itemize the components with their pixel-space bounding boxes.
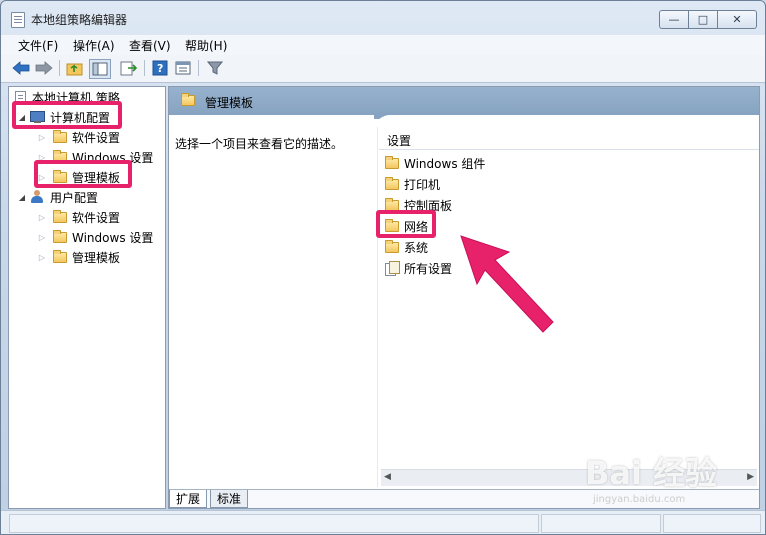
toolbar-separator <box>144 60 145 76</box>
toolbar-separator <box>59 60 60 76</box>
status-cell-main <box>9 514 539 533</box>
forward-icon[interactable] <box>34 59 54 77</box>
watermark-brand: Bai 经验 <box>585 454 718 492</box>
folder-icon <box>53 209 67 223</box>
tree-item-computer-software[interactable]: ▷ 软件设置 <box>37 127 120 147</box>
highlight-admin-templates <box>34 160 132 188</box>
tree-item-label: Windows 设置 <box>72 230 154 245</box>
description-text: 选择一个项目来查看它的描述。 <box>175 137 344 151</box>
toolbar: ? <box>1 55 765 83</box>
content-header-title: 管理模板 <box>205 96 254 110</box>
menu-bar: 文件(F) 操作(A) 查看(V) 帮助(H) <box>1 35 765 55</box>
tree-item-user-windows[interactable]: ▷ Windows 设置 <box>37 227 153 247</box>
list-item-all-settings[interactable]: 所有设置 <box>385 258 452 278</box>
expanded-arrow-icon[interactable]: ◢ <box>17 193 27 202</box>
tree-pane: 本地计算机 策略 ◢ 计算机配置 ▷ 软件设置 ▷ Windows 设置 ▷ 管… <box>8 86 166 509</box>
tree-item-user-admin-templates[interactable]: ▷ 管理模板 <box>37 247 120 267</box>
show-hide-tree-icon[interactable] <box>89 59 111 79</box>
back-icon[interactable] <box>11 59 31 77</box>
tree-item-user-config[interactable]: ◢ 用户配置 <box>17 187 98 207</box>
export-list-icon[interactable] <box>119 59 139 77</box>
tree-item-user-software[interactable]: ▷ 软件设置 <box>37 207 120 227</box>
all-settings-icon <box>385 261 400 276</box>
folder-icon <box>385 176 399 190</box>
list-item-system[interactable]: 系统 <box>385 237 428 257</box>
column-header-setting[interactable]: 设置 <box>379 127 759 150</box>
folder-icon <box>385 155 399 169</box>
folder-icon <box>385 197 399 211</box>
list-item-label: 系统 <box>404 240 429 255</box>
settings-list: 设置 Windows 组件 打印机 控制面板 网络 系统 所有设置 <box>379 127 759 472</box>
collapsed-arrow-icon[interactable]: ▷ <box>37 133 47 142</box>
collapsed-arrow-icon[interactable]: ▷ <box>37 253 47 262</box>
filter-icon[interactable] <box>205 59 225 77</box>
menu-view[interactable]: 查看(V) <box>129 37 171 54</box>
menu-help[interactable]: 帮助(H) <box>185 37 227 54</box>
pointer-arrow <box>460 235 554 333</box>
collapsed-arrow-icon[interactable]: ▷ <box>37 233 47 242</box>
list-item-label: Windows 组件 <box>404 156 486 171</box>
user-icon <box>30 190 45 204</box>
tree-item-label: 用户配置 <box>50 190 99 205</box>
folder-icon <box>181 93 195 106</box>
highlight-computer-config <box>12 101 122 129</box>
folder-icon <box>53 229 67 243</box>
maximize-button[interactable]: □ <box>688 10 718 29</box>
close-button[interactable]: ✕ <box>717 10 757 29</box>
watermark-site: jingyan.baidu.com <box>593 494 686 505</box>
tree-item-label: 管理模板 <box>72 250 121 265</box>
policy-editor-icon <box>11 12 25 28</box>
svg-text:?: ? <box>157 62 163 75</box>
window-controls: — □ ✕ <box>659 10 757 29</box>
scroll-left-icon[interactable]: ◀ <box>384 472 391 482</box>
folder-icon <box>53 129 67 143</box>
title-bar: 本地组策略编辑器 — □ ✕ <box>1 1 765 35</box>
tab-extended[interactable]: 扩展 <box>169 490 208 508</box>
content-header: 管理模板 <box>169 87 759 115</box>
list-item-windows-components[interactable]: Windows 组件 <box>385 153 485 173</box>
minimize-button[interactable]: — <box>659 10 689 29</box>
folder-icon <box>53 249 67 263</box>
collapsed-arrow-icon[interactable]: ▷ <box>37 213 47 222</box>
menu-file[interactable]: 文件(F) <box>18 37 58 54</box>
up-folder-icon[interactable] <box>65 59 85 77</box>
properties-icon[interactable] <box>173 59 193 77</box>
list-item-printers[interactable]: 打印机 <box>385 174 440 194</box>
list-item-label: 所有设置 <box>404 261 453 276</box>
window-title: 本地组策略编辑器 <box>31 13 128 27</box>
tab-standard[interactable]: 标准 <box>210 490 249 508</box>
pane-divider <box>377 127 378 487</box>
tree-item-label: 软件设置 <box>72 210 121 225</box>
column-header-label: 设置 <box>387 134 412 148</box>
watermark: Bai 经验 jingyan.baidu.com <box>585 448 760 518</box>
tree-item-label: 软件设置 <box>72 130 121 145</box>
folder-icon <box>385 239 399 253</box>
list-item-label: 打印机 <box>404 177 441 192</box>
toolbar-separator <box>198 60 199 76</box>
highlight-network <box>376 210 436 238</box>
menu-action[interactable]: 操作(A) <box>73 37 115 54</box>
help-icon[interactable]: ? <box>150 59 170 77</box>
